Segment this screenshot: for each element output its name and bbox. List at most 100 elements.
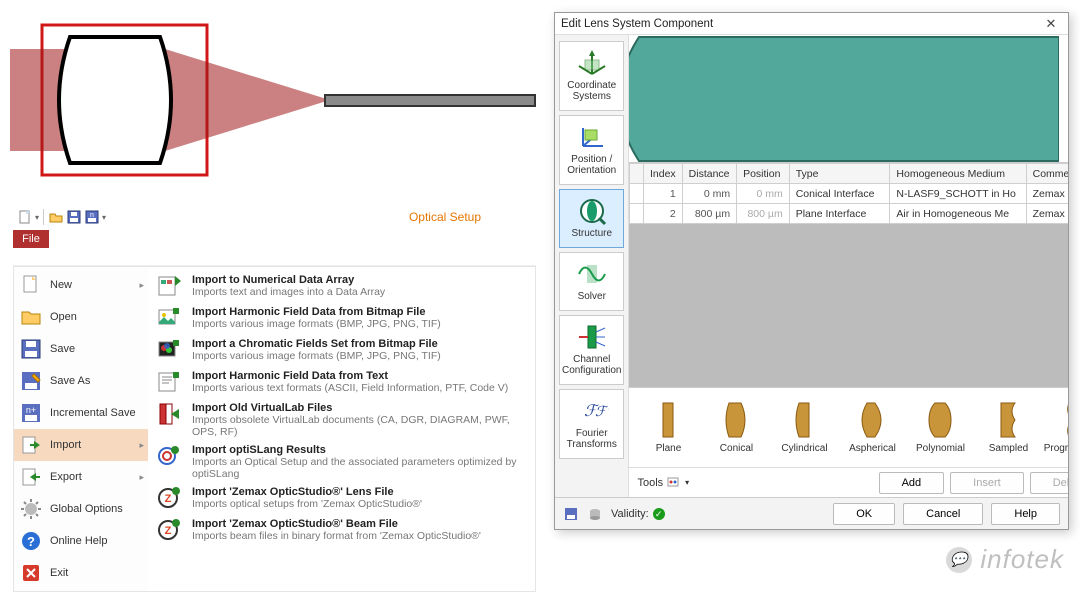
import-option[interactable]: Import to Numerical Data ArrayImports te… — [148, 271, 535, 303]
db-mini-icon[interactable] — [587, 506, 603, 522]
new-icon — [20, 274, 42, 296]
nav-fourier-transforms[interactable]: ℱℱ⁻¹Fourier Transforms — [559, 389, 624, 459]
file-menu-item-global-options[interactable]: Global Options — [14, 493, 148, 525]
file-menu-right: Import to Numerical Data ArrayImports te… — [148, 267, 535, 591]
col-header[interactable]: Comment — [1026, 164, 1068, 184]
file-menu-item-online-help[interactable]: ?Online Help — [14, 525, 148, 557]
open-folder-icon[interactable] — [48, 209, 64, 225]
surface-type-programmable[interactable]: Programmable — [1049, 401, 1068, 454]
ribbon-tab-optical-setup[interactable]: Optical Setup — [354, 206, 536, 228]
export-icon — [20, 466, 42, 488]
dialog-title-text: Edit Lens System Component — [561, 18, 713, 30]
nav-solver[interactable]: Solver — [559, 252, 624, 311]
online-help-icon: ? — [20, 530, 42, 552]
exit-icon — [20, 562, 42, 584]
file-tab[interactable]: File — [13, 230, 49, 248]
col-header[interactable]: Index — [643, 164, 682, 184]
nav-channel-configuration[interactable]: Channel Configuration — [559, 315, 624, 385]
import-icon — [156, 402, 182, 428]
cancel-button[interactable]: Cancel — [903, 503, 983, 525]
save-inc-icon[interactable]: n — [84, 209, 100, 225]
import-option[interactable]: Import Harmonic Field Data from TextImpo… — [148, 367, 535, 399]
open-icon — [20, 306, 42, 328]
nav-icon — [575, 122, 609, 152]
surfaces-table[interactable]: IndexDistancePositionTypeHomogeneous Med… — [629, 163, 1068, 224]
nav-icon: ℱℱ⁻¹ — [575, 396, 609, 426]
import-icon — [156, 444, 182, 470]
col-header[interactable] — [630, 164, 643, 184]
tools-dropdown[interactable]: Tools ▾ — [637, 476, 689, 490]
delete-button[interactable]: Delete — [1030, 472, 1068, 494]
col-header[interactable]: Type — [789, 164, 890, 184]
nav-coordinate-systems[interactable]: Coordinate Systems — [559, 41, 624, 111]
nav-position-orientation[interactable]: Position / Orientation — [559, 115, 624, 185]
app-toolbar: ▾ n ▾ Optical Setup — [13, 206, 536, 228]
wechat-icon: 💬 — [946, 547, 972, 573]
surface-type-aspherical[interactable]: Aspherical — [845, 401, 899, 454]
table-empty-area — [629, 224, 1068, 387]
close-icon[interactable]: ✕ — [1040, 16, 1062, 32]
import-icon — [156, 306, 182, 332]
import-option[interactable]: Import a Chromatic Fields Set from Bitma… — [148, 335, 535, 367]
new-doc-icon[interactable] — [17, 209, 33, 225]
nav-icon — [575, 196, 609, 226]
chevron-right-icon: ▸ — [139, 280, 144, 291]
surface-type-icon — [791, 401, 817, 439]
surface-type-icon — [655, 401, 681, 439]
svg-text:Z: Z — [165, 525, 172, 537]
nav-structure[interactable]: Structure — [559, 189, 624, 248]
save-icon — [20, 338, 42, 360]
file-menu-left: New▸OpenSaveSave Asn+Incremental SaveImp… — [14, 267, 148, 591]
surface-type-cylindrical[interactable]: Cylindrical — [777, 401, 831, 454]
incremental-save-icon: n+ — [20, 402, 42, 424]
import-icon: Z — [156, 518, 182, 544]
file-menu-item-import[interactable]: Import▸ — [14, 429, 148, 461]
col-header[interactable]: Distance — [682, 164, 736, 184]
save-mini-icon[interactable] — [563, 506, 579, 522]
surface-type-icon — [723, 401, 749, 439]
import-icon — [156, 274, 182, 300]
import-icon — [20, 434, 42, 456]
nav-icon — [575, 322, 609, 352]
import-option[interactable]: Import optiSLang ResultsImports an Optic… — [148, 441, 535, 483]
svg-text:ℱ⁻¹: ℱ⁻¹ — [595, 403, 609, 419]
global-options-icon — [20, 498, 42, 520]
import-option[interactable]: ZImport 'Zemax OpticStudio®' Lens FileIm… — [148, 483, 535, 515]
insert-button[interactable]: Insert — [950, 472, 1024, 494]
help-button[interactable]: Help — [991, 503, 1060, 525]
surface-type-icon — [995, 401, 1021, 439]
svg-text:n: n — [90, 212, 94, 219]
surface-type-plane[interactable]: Plane — [641, 401, 695, 454]
validity-ok-icon: ✓ — [653, 508, 665, 520]
svg-text:n+: n+ — [26, 405, 36, 415]
col-header[interactable]: Homogeneous Medium — [890, 164, 1026, 184]
import-option[interactable]: Import Harmonic Field Data from Bitmap F… — [148, 303, 535, 335]
col-header[interactable]: Position — [737, 164, 790, 184]
surface-type-conical[interactable]: Conical — [709, 401, 763, 454]
import-option[interactable]: Import Old VirtualLab FilesImports obsol… — [148, 399, 535, 441]
file-menu-item-open[interactable]: Open — [14, 301, 148, 333]
svg-text:?: ? — [27, 534, 35, 549]
svg-text:Z: Z — [165, 493, 172, 505]
file-menu-item-save-as[interactable]: Save As — [14, 365, 148, 397]
surface-type-gallery: Plane Conical Cylindrical Aspherical Polynom… — [629, 387, 1068, 467]
file-menu-item-new[interactable]: New▸ — [14, 269, 148, 301]
file-menu-item-exit[interactable]: Exit — [14, 557, 148, 589]
file-menu-item-save[interactable]: Save — [14, 333, 148, 365]
chevron-right-icon: ▸ — [139, 472, 144, 483]
import-icon: Z — [156, 486, 182, 512]
surface-type-icon — [1063, 401, 1068, 439]
surface-type-polynomial[interactable]: Polynomial — [913, 401, 967, 454]
add-button[interactable]: Add — [879, 472, 945, 494]
save-icon[interactable] — [66, 209, 82, 225]
import-option[interactable]: ZImport 'Zemax OpticStudio®' Beam FileIm… — [148, 515, 535, 547]
edit-lens-dialog: Edit Lens System Component ✕ Coordinate … — [554, 12, 1069, 530]
file-menu-item-incremental-save[interactable]: n+Incremental Save — [14, 397, 148, 429]
table-row[interactable]: 2800 µm800 µmPlane InterfaceAir in Homog… — [630, 204, 1068, 224]
table-row[interactable]: 10 mm0 mmConical InterfaceN-LASF9_SCHOTT… — [630, 184, 1068, 204]
file-menu-panel: ▾ n ▾ Optical Setup File New▸OpenSaveSav… — [13, 206, 536, 592]
chevron-right-icon: ▸ — [139, 440, 144, 451]
ok-button[interactable]: OK — [833, 503, 895, 525]
surface-type-sampled[interactable]: Sampled — [981, 401, 1035, 454]
file-menu-item-export[interactable]: Export▸ — [14, 461, 148, 493]
